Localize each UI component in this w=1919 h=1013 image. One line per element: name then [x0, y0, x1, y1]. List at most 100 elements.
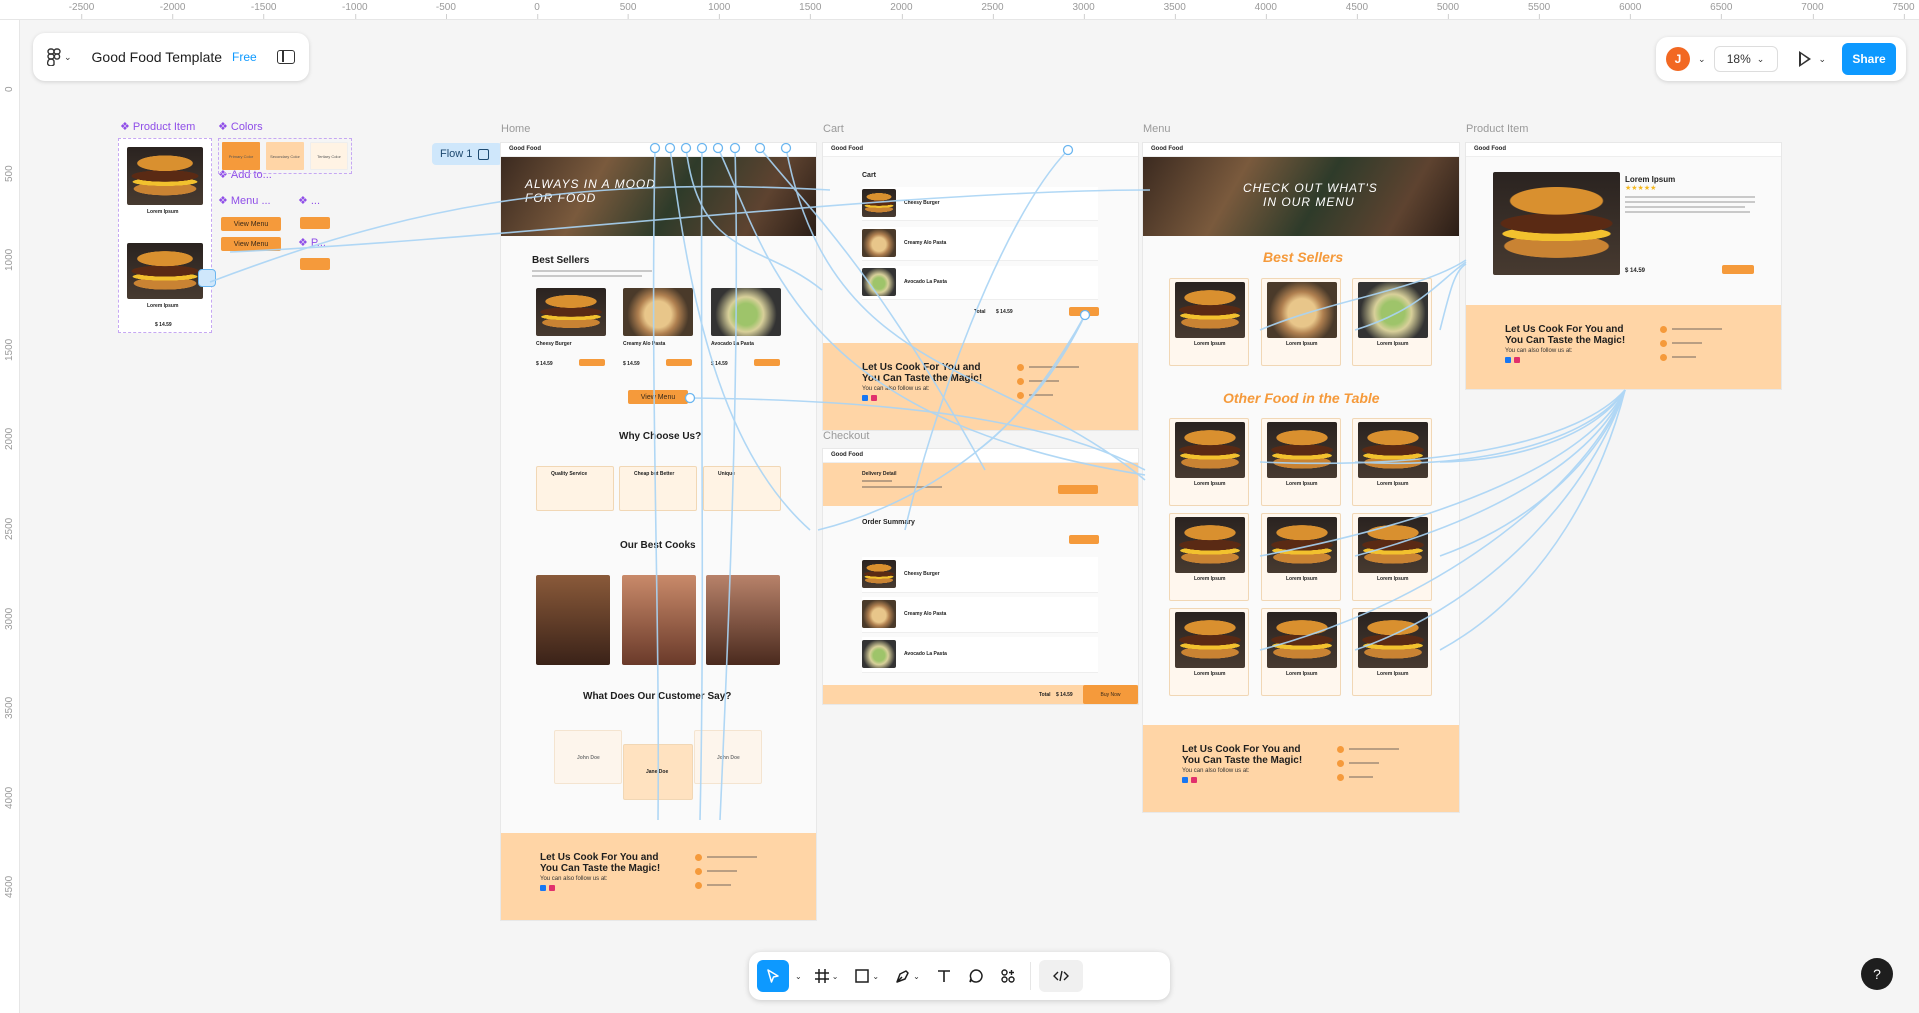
- menu-product-card[interactable]: Lorem Ipsum: [1261, 513, 1341, 601]
- component-more-label[interactable]: ❖...: [298, 194, 320, 208]
- instagram-icon[interactable]: [1514, 357, 1520, 363]
- component-product-item-label[interactable]: ❖ Product Item: [120, 120, 195, 134]
- add-to-cart-button[interactable]: [666, 359, 692, 366]
- frame-tool-button[interactable]: ⌄: [808, 960, 845, 992]
- burger-image: [1175, 517, 1245, 573]
- product-name: Lorem Ipsum: [1377, 576, 1409, 582]
- menu-product-card[interactable]: Lorem Ipsum: [1261, 278, 1341, 366]
- order-item-name: Avocado La Pasta: [904, 651, 947, 657]
- menu-product-card[interactable]: Lorem Ipsum: [1169, 418, 1249, 506]
- view-menu-component-button[interactable]: View Menu: [221, 237, 281, 251]
- email-text: [1029, 394, 1053, 396]
- main-menu-button[interactable]: ⌄: [47, 48, 72, 66]
- instagram-icon[interactable]: [1191, 777, 1197, 783]
- facebook-icon[interactable]: [1505, 357, 1511, 363]
- cart-row[interactable]: Cheesy Burger: [862, 187, 1098, 221]
- frame-label-product-item[interactable]: Product Item: [1466, 123, 1528, 135]
- email-icon: [1017, 392, 1024, 399]
- share-button[interactable]: Share: [1842, 43, 1896, 75]
- facebook-icon[interactable]: [540, 885, 546, 891]
- product-name: Cheesy Burger: [536, 341, 572, 347]
- menu-product-card[interactable]: Lorem Ipsum: [1352, 418, 1432, 506]
- flow-start-icon[interactable]: [198, 269, 216, 287]
- zoom-menu[interactable]: 18% ⌄: [1713, 46, 1778, 72]
- menu-product-card[interactable]: Lorem Ipsum: [1169, 513, 1249, 601]
- menu-product-card[interactable]: Lorem Ipsum: [1352, 278, 1432, 366]
- buy-now-button[interactable]: Buy Now: [1083, 685, 1138, 704]
- facebook-icon[interactable]: [862, 395, 868, 401]
- frame-label-cart[interactable]: Cart: [823, 123, 844, 135]
- product-name: Lorem Ipsum: [1194, 481, 1226, 487]
- menu-product-card[interactable]: Lorem Ipsum: [1261, 608, 1341, 696]
- actions-tool-button[interactable]: [994, 960, 1022, 992]
- component-colors-label[interactable]: ❖ Colors: [218, 120, 263, 134]
- product-item-component[interactable]: Lorem Ipsum Lorem Ipsum $ 14.59: [118, 138, 212, 333]
- add-to-cart-button[interactable]: [754, 359, 780, 366]
- frame-label-checkout[interactable]: Checkout: [823, 430, 869, 442]
- add-to-cart-button[interactable]: [1722, 265, 1754, 274]
- checkout-button[interactable]: [1069, 307, 1099, 316]
- checkout-frame[interactable]: Good Food Delivery Detail Order Summary …: [823, 449, 1138, 704]
- chevron-down-icon[interactable]: ⌄: [1698, 54, 1706, 65]
- cart-frame[interactable]: Good Food Cart Cheesy Burger Creamy Alo …: [823, 143, 1138, 430]
- cart-row[interactable]: Avocado La Pasta: [862, 266, 1098, 300]
- connection-line: [1439, 389, 1626, 557]
- user-avatar[interactable]: J: [1666, 47, 1690, 71]
- present-play-icon[interactable]: [1798, 51, 1811, 67]
- menu-product-card[interactable]: Lorem Ipsum: [1169, 608, 1249, 696]
- add-to-cart-button[interactable]: [579, 359, 605, 366]
- play-flow-icon[interactable]: [478, 148, 490, 160]
- flow-starting-point[interactable]: Flow 1: [432, 143, 502, 165]
- cta-heading: You Can Taste the Magic!: [862, 373, 983, 384]
- product-name: Lorem Ipsum: [1194, 576, 1226, 582]
- move-tool-button[interactable]: [757, 960, 789, 992]
- help-button[interactable]: ?: [1861, 958, 1893, 990]
- menu-product-card[interactable]: Lorem Ipsum: [1261, 418, 1341, 506]
- order-summary-title: Order Summary: [862, 519, 915, 526]
- small-component-button[interactable]: [300, 258, 330, 270]
- text-tool-button[interactable]: [930, 960, 958, 992]
- pen-tool-button[interactable]: ⌄: [889, 960, 926, 992]
- total-label: Total: [1039, 692, 1051, 698]
- menu-product-card[interactable]: Lorem Ipsum: [1352, 608, 1432, 696]
- comment-tool-button[interactable]: [962, 960, 990, 992]
- product-item-frame[interactable]: Good Food Lorem Ipsum ★★★★★ $ 14.59 Let …: [1466, 143, 1781, 389]
- move-tool-chevron[interactable]: ⌄: [793, 960, 804, 992]
- ruler-tick-label: 2500: [4, 517, 15, 540]
- component-menu-label[interactable]: ❖ Menu ...: [218, 194, 271, 208]
- chevron-down-icon[interactable]: ⌄: [1819, 54, 1827, 65]
- colors-component[interactable]: Primary Color Secondary Color Tertiary C…: [218, 138, 352, 174]
- instagram-icon[interactable]: [871, 395, 877, 401]
- frame-label-home[interactable]: Home: [501, 123, 530, 135]
- menu-product-card[interactable]: Lorem Ipsum: [1352, 513, 1432, 601]
- change-button[interactable]: [1069, 535, 1099, 544]
- component-p-label[interactable]: ❖ P...: [298, 236, 326, 250]
- follow-us-text: You can also follow us at:: [1182, 768, 1250, 774]
- shape-tool-button[interactable]: ⌄: [848, 960, 885, 992]
- small-component-button[interactable]: [300, 217, 330, 229]
- plan-badge[interactable]: Free: [232, 50, 257, 64]
- cta-heading: Let Us Cook For You and: [540, 852, 659, 863]
- facebook-icon[interactable]: [1182, 777, 1188, 783]
- view-menu-button[interactable]: View Menu: [628, 390, 688, 404]
- cta-section: Let Us Cook For You and You Can Taste th…: [1466, 305, 1781, 389]
- nav-bar: Good Food: [1143, 143, 1459, 157]
- view-menu-component-button[interactable]: View Menu: [221, 217, 281, 231]
- menu-frame[interactable]: Good Food CHECK OUT WHAT'S IN OUR MENU B…: [1143, 143, 1459, 812]
- ruler-tick-label: 0: [4, 86, 15, 92]
- file-title[interactable]: Good Food Template: [92, 49, 223, 65]
- nav-bar: Good Food: [823, 143, 1138, 157]
- instagram-icon[interactable]: [549, 885, 555, 891]
- secondary-color-swatch: Secondary Color: [266, 142, 304, 170]
- change-detail-button[interactable]: [1058, 485, 1098, 494]
- cart-row[interactable]: Creamy Alo Pasta: [862, 227, 1098, 261]
- feature-card: Unique: [703, 466, 781, 511]
- horizontal-ruler: -2500 -2000 -1500 -1000 -500 0 500 1000 1500 2000…: [0, 0, 1919, 20]
- pasta-image: [862, 229, 896, 257]
- toggle-panels-icon[interactable]: [277, 50, 295, 64]
- home-frame[interactable]: Good Food ALWAYS IN A MOOD FOR FOOD Best…: [501, 143, 816, 920]
- menu-product-card[interactable]: Lorem Ipsum: [1169, 278, 1249, 366]
- cta-heading: You Can Taste the Magic!: [540, 863, 661, 874]
- dev-mode-toggle[interactable]: [1038, 960, 1083, 992]
- frame-label-menu[interactable]: Menu: [1143, 123, 1171, 135]
